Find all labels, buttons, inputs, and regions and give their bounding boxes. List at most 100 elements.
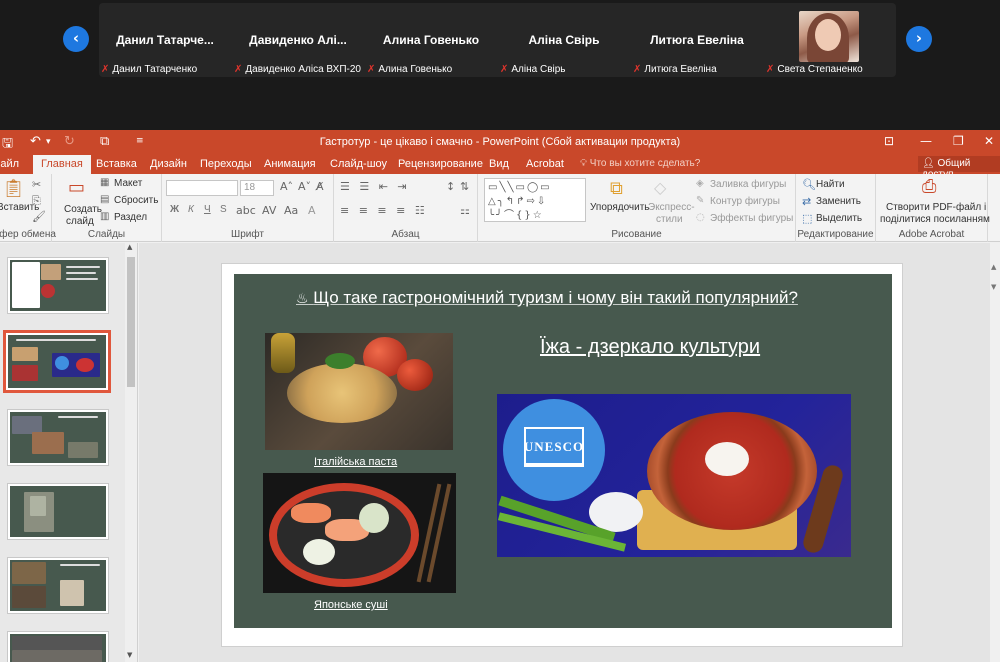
strikethrough-icon[interactable]: abc: [236, 204, 256, 217]
share-button[interactable]: 👤︎ Общий доступ: [918, 156, 1000, 180]
tab-home[interactable]: Главная: [33, 155, 91, 174]
quick-styles-icon: ◇: [654, 178, 667, 197]
font-name-input[interactable]: [166, 180, 238, 196]
font-size-input[interactable]: 18: [240, 180, 274, 196]
grow-font-icon[interactable]: A˄: [280, 180, 293, 193]
tab-acrobat[interactable]: Acrobat: [526, 158, 564, 170]
pasta-image[interactable]: [265, 333, 453, 450]
restore-icon[interactable]: ❐: [953, 134, 964, 148]
quick-styles-button[interactable]: Экспресс-: [648, 202, 695, 213]
editor-scrollbar[interactable]: ▲ ▼: [990, 243, 1000, 662]
reset-button[interactable]: Сбросить: [114, 195, 158, 206]
tab-animation[interactable]: Анимация: [264, 158, 316, 170]
shrink-font-icon[interactable]: A˅: [298, 180, 311, 193]
close-icon[interactable]: ✕: [984, 134, 994, 148]
mic-muted-icon: ✗: [500, 64, 509, 75]
shadow-button[interactable]: S: [220, 204, 227, 215]
thumbnail-slide-1[interactable]: [7, 257, 109, 314]
line-spacing-icon[interactable]: ↕: [446, 180, 455, 193]
participants-bar: Данил Татарче... ✗ Данил Татарченко Давид…: [99, 3, 896, 77]
prev-participants-button[interactable]: ‹: [63, 26, 89, 52]
find-button[interactable]: Найти: [816, 179, 845, 190]
layout-button[interactable]: Макет: [114, 178, 142, 189]
tell-me-search[interactable]: 💡︎ Что вы хотите сделать?: [580, 158, 700, 169]
section-button[interactable]: Раздел: [114, 212, 147, 223]
tab-transitions[interactable]: Переходы: [200, 158, 252, 170]
spacing-icon[interactable]: AV: [262, 204, 276, 217]
slide-title[interactable]: ♨ Що таке гастрономічний туризм і чому в…: [296, 288, 798, 308]
list-icons[interactable]: ☰ ☰ ⇤ ⇥: [340, 180, 410, 193]
arrange-icon[interactable]: ⧉: [610, 178, 623, 199]
participant-label: Литюга Евеліна: [644, 64, 717, 75]
sushi-caption[interactable]: Японське суші: [314, 599, 388, 611]
tab-review[interactable]: Рецензирование: [398, 158, 483, 170]
arrange-button[interactable]: Упорядочить: [590, 202, 650, 213]
thumbnail-slide-6[interactable]: [7, 631, 109, 662]
new-slide-button[interactable]: Создать: [64, 204, 102, 215]
clear-format-icon[interactable]: A̸: [316, 180, 324, 193]
participant-name: Алина Говенько: [382, 33, 480, 47]
slide-canvas[interactable]: ♨ Що таке гастрономічний туризм і чому в…: [221, 263, 903, 647]
tab-view[interactable]: Вид: [489, 158, 509, 170]
minimize-icon[interactable]: —: [920, 134, 932, 148]
new-slide-icon[interactable]: ▭: [68, 177, 85, 198]
align-icons[interactable]: ≡ ≡ ≡ ≡ ☷: [340, 204, 428, 217]
create-pdf-button-2[interactable]: поділитися посиланням: [880, 214, 990, 225]
sushi-image[interactable]: [263, 473, 456, 593]
participant-tile[interactable]: Литюга Евеліна ✗ Литюга Евеліна: [631, 3, 763, 77]
ribbon-display-icon[interactable]: ⊡: [884, 134, 894, 148]
thumbnail-slide-5[interactable]: [7, 557, 109, 614]
tab-insert[interactable]: Вставка: [96, 158, 137, 170]
participant-tile[interactable]: Аліна Свірь ✗ Аліна Свірь: [498, 3, 630, 77]
thumbnails-scrollbar[interactable]: ▲ ▼: [125, 243, 137, 662]
group-label: Рисование: [611, 229, 662, 240]
participant-name: Данил Татарче...: [116, 33, 214, 47]
shapes-gallery[interactable]: ▭╲╲▭◯▭ △╮↰↱⇨⇩ ╰╯⌒{}☆: [484, 178, 586, 222]
scroll-up-icon[interactable]: ▲: [127, 243, 132, 251]
text-direction-icon[interactable]: ⇅: [460, 180, 469, 193]
shape-effects-button[interactable]: Эффекты фигуры: [710, 213, 793, 224]
group-label: Шрифт: [231, 229, 264, 240]
tab-design[interactable]: Дизайн: [150, 158, 187, 170]
layout-icon: ▦: [100, 177, 110, 188]
tab-slideshow[interactable]: Слайд-шоу: [330, 158, 387, 170]
smartart-icon[interactable]: ⚏: [460, 204, 470, 217]
underline-button[interactable]: Ч: [204, 204, 211, 215]
quick-styles-button-2[interactable]: стили: [656, 214, 683, 225]
cut-icon[interactable]: ✂: [32, 178, 41, 191]
pasta-caption[interactable]: Італійська паста: [314, 456, 397, 468]
thumbnail-slide-2[interactable]: [3, 330, 111, 393]
tab-file[interactable]: Файл: [0, 158, 19, 170]
scroll-down-icon[interactable]: ▼: [127, 651, 132, 659]
participant-tile[interactable]: Данил Татарче... ✗ Данил Татарченко: [99, 3, 231, 77]
create-pdf-button[interactable]: Створити PDF-файл і: [886, 202, 986, 213]
shape-outline-button[interactable]: Контур фигуры: [710, 196, 780, 207]
thumbnail-slide-3[interactable]: [7, 409, 109, 466]
new-slide-button-2[interactable]: слайд: [66, 216, 94, 227]
italic-button[interactable]: К: [188, 204, 194, 215]
thumbnail-slide-4[interactable]: [7, 483, 109, 540]
mic-muted-icon: ✗: [766, 64, 775, 75]
bold-button[interactable]: Ж: [170, 204, 179, 215]
slide-subtitle[interactable]: Їжа - дзеркало культури: [540, 336, 760, 359]
group-font: 18 A˄ A˅ A̸ Ж К Ч S abc AV Aa A Шрифт: [162, 174, 334, 242]
font-color-icon[interactable]: A: [308, 204, 316, 217]
borscht-image[interactable]: UNESCO: [497, 394, 851, 557]
scroll-thumb[interactable]: [127, 257, 135, 387]
replace-button[interactable]: Заменить: [816, 196, 861, 207]
case-icon[interactable]: Aa: [284, 204, 298, 217]
participant-tile[interactable]: Алина Говенько ✗ Алина Говенько: [365, 3, 497, 77]
group-acrobat: ⎙ Створити PDF-файл і поділитися посилан…: [876, 174, 990, 242]
format-painter-icon[interactable]: 🖌︎: [32, 210, 46, 223]
pdf-icon[interactable]: ⎙: [922, 176, 936, 197]
copy-icon[interactable]: ⎘: [32, 194, 41, 208]
mic-muted-icon: ✗: [633, 64, 642, 75]
shape-fill-button[interactable]: Заливка фигуры: [710, 179, 786, 190]
participant-tile[interactable]: Давиденко Алі... ✗ Давиденко Аліса ВХП-20: [232, 3, 364, 77]
group-paragraph: ☰ ☰ ⇤ ⇥ ↕ ⇅ ≡ ≡ ≡ ≡ ☷ ⚏ Абзац: [334, 174, 478, 242]
next-participants-button[interactable]: ›: [906, 26, 932, 52]
paste-icon[interactable]: 📋︎: [2, 178, 25, 199]
select-button[interactable]: Выделить: [816, 213, 862, 224]
slide-thumbnails: ➚: [0, 243, 138, 662]
participant-label: Давиденко Аліса ВХП-20: [245, 64, 361, 75]
